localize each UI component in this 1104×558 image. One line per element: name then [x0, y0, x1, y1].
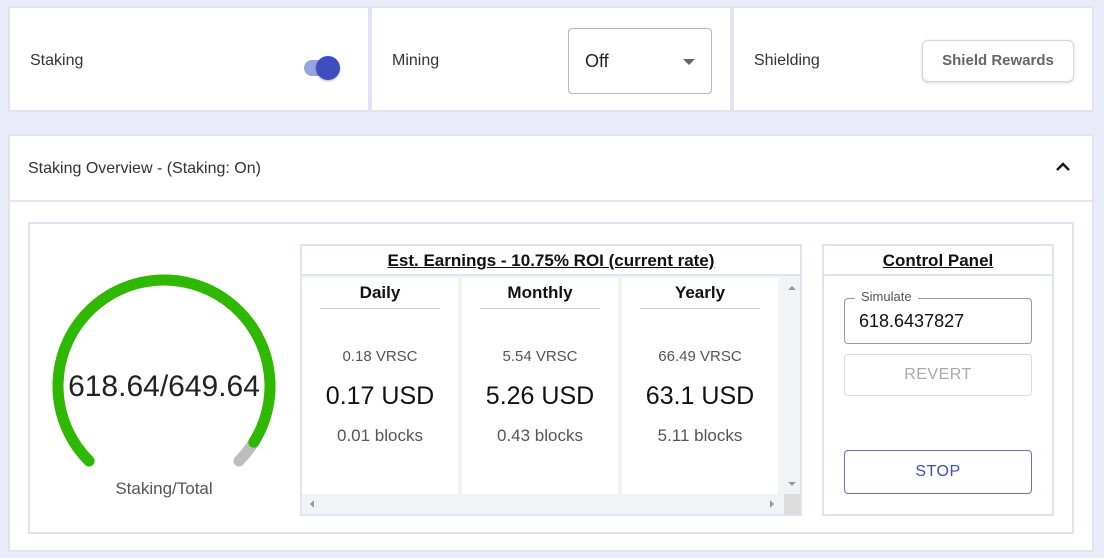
- control-panel: Control Panel Simulate REVERT STOP: [822, 244, 1054, 516]
- column-header: Daily: [320, 278, 440, 309]
- staking-toggle[interactable]: [294, 56, 340, 80]
- usd-value: 0.17 USD: [325, 382, 435, 410]
- mining-label: Mining: [392, 52, 440, 69]
- shielding-card: Shielding Shield Rewards: [732, 6, 1094, 112]
- mining-select-value: Off: [585, 51, 609, 71]
- earnings-table: Est. Earnings - 10.75% ROI (current rate…: [300, 244, 802, 516]
- overview-title: Staking Overview - (Staking: On): [28, 160, 261, 177]
- overview-content: 618.64/649.64 Staking/Total Est. Earning…: [28, 222, 1074, 534]
- simulate-field: Simulate: [844, 289, 1032, 344]
- blocks-value: 0.43 blocks: [497, 426, 583, 445]
- simulate-label: Simulate: [855, 289, 918, 304]
- overview-header[interactable]: Staking Overview - (Staking: On): [10, 136, 1092, 202]
- vrsc-value: 66.49 VRSC: [658, 348, 742, 365]
- staking-overview-panel: Staking Overview - (Staking: On) 618.64/…: [8, 134, 1094, 552]
- earnings-column-yearly: Yearly 66.49 VRSC 63.1 USD 5.11 blocks: [622, 278, 778, 494]
- toggle-thumb: [316, 56, 340, 80]
- vrsc-value: 0.18 VRSC: [342, 348, 418, 365]
- staking-label: Staking: [30, 52, 84, 69]
- chevron-down-icon: [683, 59, 695, 65]
- gauge-caption: Staking/Total: [115, 479, 212, 498]
- column-header: Monthly: [480, 278, 600, 309]
- vrsc-value: 5.54 VRSC: [502, 348, 578, 365]
- earnings-column-daily: Daily 0.18 VRSC 0.17 USD 0.01 blocks: [302, 278, 458, 494]
- staking-gauge: 618.64/649.64 Staking/Total: [52, 274, 276, 498]
- gauge-value: 618.64/649.64: [68, 370, 260, 403]
- mining-card: Mining Off: [370, 6, 732, 112]
- blocks-value: 5.11 blocks: [657, 426, 743, 445]
- scrollbar-corner: [784, 494, 800, 514]
- scroll-right-icon[interactable]: [764, 494, 780, 514]
- earnings-column-monthly: Monthly 5.54 VRSC 5.26 USD 0.43 blocks: [462, 278, 618, 494]
- blocks-value: 0.01 blocks: [337, 426, 423, 445]
- vertical-scrollbar[interactable]: [784, 278, 800, 494]
- simulate-input[interactable]: [859, 311, 1019, 332]
- stop-button[interactable]: STOP: [844, 450, 1032, 494]
- earnings-title: Est. Earnings - 10.75% ROI (current rate…: [302, 246, 800, 276]
- mining-select[interactable]: Off: [568, 28, 712, 94]
- shield-rewards-button[interactable]: Shield Rewards: [922, 40, 1074, 82]
- horizontal-scrollbar[interactable]: [302, 494, 800, 514]
- revert-button[interactable]: REVERT: [844, 354, 1032, 396]
- scroll-down-icon[interactable]: [784, 476, 800, 492]
- column-header: Yearly: [640, 278, 760, 309]
- staking-card: Staking: [8, 6, 370, 112]
- usd-value: 63.1 USD: [645, 382, 755, 410]
- scroll-up-icon[interactable]: [784, 280, 800, 296]
- usd-value: 5.26 USD: [485, 382, 595, 410]
- shielding-label: Shielding: [754, 52, 820, 69]
- chevron-up-icon[interactable]: [1054, 160, 1072, 174]
- control-panel-title: Control Panel: [824, 246, 1052, 276]
- scroll-left-icon[interactable]: [304, 494, 320, 514]
